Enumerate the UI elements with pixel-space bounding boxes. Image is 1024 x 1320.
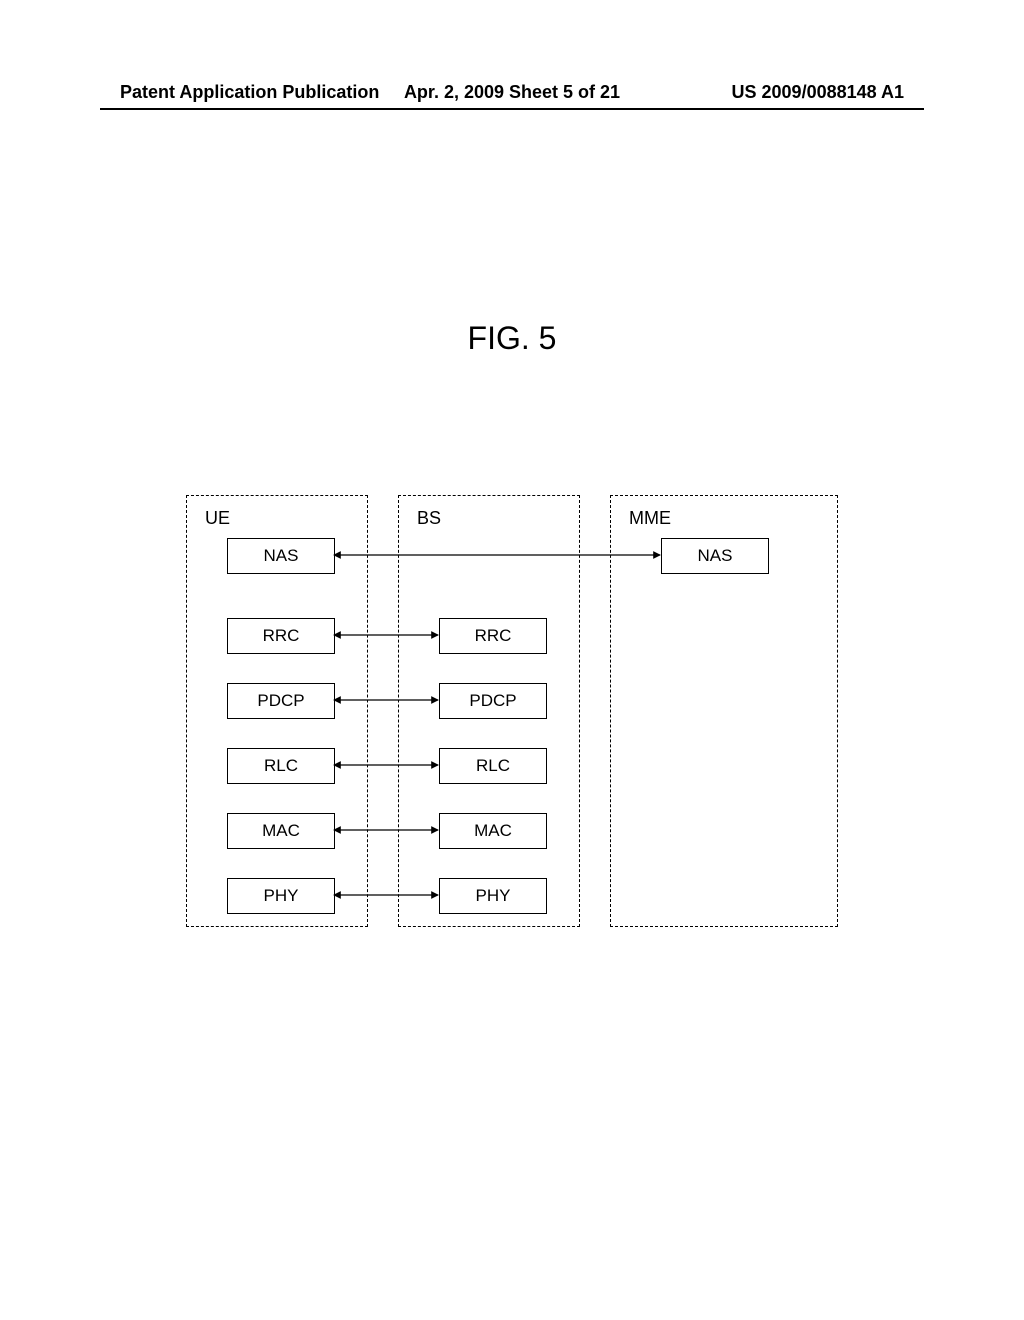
protocol-stack-diagram: UE NAS RRC PDCP RLC MAC PHY BS RRC PDCP …: [186, 495, 838, 927]
header-mid: Apr. 2, 2009 Sheet 5 of 21: [381, 82, 642, 103]
header-divider: [100, 108, 924, 110]
header-left: Patent Application Publication: [120, 82, 381, 103]
page-header: Patent Application Publication Apr. 2, 2…: [0, 82, 1024, 103]
figure-title: FIG. 5: [0, 320, 1024, 357]
header-right: US 2009/0088148 A1: [643, 82, 904, 103]
connection-arrows: [186, 495, 838, 927]
